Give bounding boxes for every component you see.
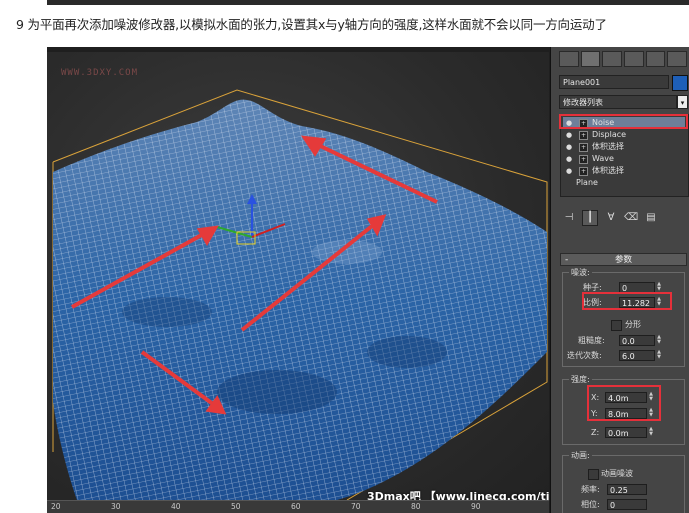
lightbulb-icon[interactable]: ● <box>566 155 572 163</box>
collapse-icon: - <box>565 255 569 265</box>
stack-item-wave[interactable]: ● + Wave <box>563 153 685 165</box>
tab-utilities[interactable] <box>667 51 688 67</box>
modifier-list-dropdown[interactable]: 修改器列表 <box>559 95 677 109</box>
command-panel: Plane001 修改器列表 ▾ ● + Noise ● + Displace ● +… <box>550 47 689 513</box>
ruler-tick: 70 <box>351 502 361 511</box>
ruler-tick: 60 <box>291 502 301 511</box>
scale-highlight-box <box>582 292 672 310</box>
ruler-tick: 20 <box>51 502 61 511</box>
credit-text: 3Dmax吧 【www.linecg.com/tieba/1771】 <box>367 490 549 500</box>
strength-z-spinner[interactable]: 0.0m <box>605 427 647 438</box>
expand-icon[interactable]: + <box>579 131 588 140</box>
lightbulb-icon[interactable]: ● <box>566 143 572 151</box>
object-name-field[interactable]: Plane001 <box>559 75 669 89</box>
expand-icon[interactable]: + <box>579 143 588 152</box>
stack-item-label: Plane <box>576 178 598 187</box>
group-title: 动画: <box>569 451 592 461</box>
object-color-swatch[interactable] <box>672 75 688 91</box>
parameters-rollout-header[interactable]: - 参数 <box>560 253 687 266</box>
stack-item-label: Wave <box>592 154 614 163</box>
iterations-label: 迭代次数: <box>567 351 602 360</box>
command-panel-tabs <box>559 51 688 67</box>
spinner-arrows-icon[interactable]: ▲ ▼ <box>655 350 663 361</box>
lightbulb-icon[interactable]: ● <box>566 131 572 139</box>
perspective-viewport[interactable]: WWW.3DXY.COM 3Dmax吧 【www.linecg.com/tieb… <box>47 52 549 500</box>
spinner-arrows-icon[interactable]: ▲ ▼ <box>655 335 663 346</box>
stack-toolbar: ⊣ ┃ ∀ ⌫ ▤ <box>559 207 689 229</box>
stack-item-label: 体积选择 <box>592 166 624 175</box>
previous-screenshot-strip <box>47 0 689 5</box>
remove-modifier-icon[interactable]: ⌫ <box>624 211 638 225</box>
water-mesh-render <box>52 89 548 500</box>
phase-label: 相位: <box>581 500 600 509</box>
strength-highlight-box <box>587 385 661 421</box>
fractal-checkbox[interactable] <box>611 320 622 331</box>
iterations-spinner[interactable]: 6.0 <box>619 350 655 361</box>
expand-icon[interactable]: + <box>579 155 588 164</box>
lightbulb-icon[interactable]: ● <box>566 167 572 175</box>
stack-item-label: Displace <box>592 130 627 139</box>
stack-item-label: 体积选择 <box>592 142 624 151</box>
group-title: 噪波: <box>569 268 592 278</box>
rollout-title: 参数 <box>614 255 632 265</box>
tab-create[interactable] <box>559 51 579 67</box>
noise-highlight-box <box>559 114 688 129</box>
show-end-result-icon[interactable]: ┃ <box>582 210 598 226</box>
tab-hierarchy[interactable] <box>602 51 623 67</box>
stack-item-volselect[interactable]: ● + 体积选择 <box>563 141 685 153</box>
stack-item-plane[interactable]: Plane <box>563 177 685 189</box>
stack-item-volselect-2[interactable]: ● + 体积选择 <box>563 165 685 177</box>
strength-z-label: Z: <box>591 428 600 437</box>
watermark: WWW.3DXY.COM <box>61 68 139 78</box>
spinner-arrows-icon[interactable]: ▲ ▼ <box>647 427 655 438</box>
stack-item-displace[interactable]: ● + Displace <box>563 129 685 141</box>
animate-noise-label: 动画噪波 <box>601 469 633 478</box>
ruler-tick: 50 <box>231 502 241 511</box>
time-ruler[interactable]: 20 30 40 50 60 70 80 90 <box>47 500 549 513</box>
ruler-tick: 90 <box>471 502 481 511</box>
tutorial-caption: 9 为平面再次添加噪波修改器,以模拟水面的张力,设置其x与y轴方向的强度,这样水… <box>16 17 607 32</box>
fractal-label: 分形 <box>625 320 641 329</box>
max-screenshot: WWW.3DXY.COM 3Dmax吧 【www.linecg.com/tieb… <box>47 47 689 513</box>
make-unique-icon[interactable]: ∀ <box>604 211 618 225</box>
phase-spinner[interactable]: 0 <box>607 499 647 510</box>
pin-stack-icon[interactable]: ⊣ <box>562 211 576 225</box>
tab-display[interactable] <box>645 51 666 67</box>
roughness-label: 粗糙度: <box>578 336 605 345</box>
chevron-down-icon[interactable]: ▾ <box>677 95 688 109</box>
roughness-spinner[interactable]: 0.0 <box>619 335 655 346</box>
group-title: 强度: <box>569 375 592 385</box>
ruler-tick: 80 <box>411 502 421 511</box>
frequency-spinner[interactable]: 0.25 <box>607 484 647 495</box>
frequency-label: 频率: <box>581 485 600 494</box>
ruler-tick: 30 <box>111 502 121 511</box>
ruler-tick: 40 <box>171 502 181 511</box>
tab-motion[interactable] <box>624 51 644 67</box>
tab-modify[interactable] <box>580 51 601 67</box>
configure-sets-icon[interactable]: ▤ <box>644 211 658 225</box>
expand-icon[interactable]: + <box>579 167 588 176</box>
animate-noise-checkbox[interactable] <box>588 469 599 480</box>
